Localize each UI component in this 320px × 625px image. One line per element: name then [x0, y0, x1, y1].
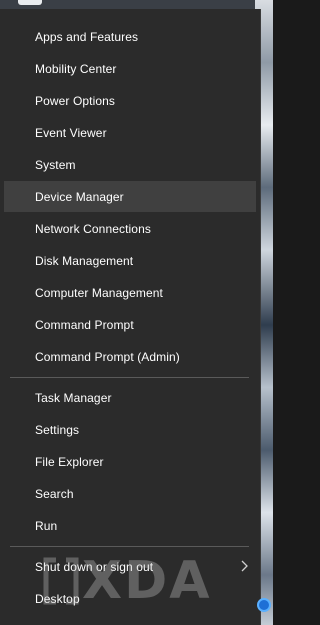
menu-item-network-connections[interactable]: Network Connections	[4, 213, 256, 244]
screen: Apps and Features Mobility Center Power …	[0, 0, 273, 625]
menu-item-label: Shut down or sign out	[35, 559, 154, 574]
menu-separator	[10, 546, 249, 547]
menu-item-event-viewer[interactable]: Event Viewer	[4, 117, 256, 148]
menu-item-system[interactable]: System	[4, 149, 256, 180]
edge-taskbar-icon[interactable]	[257, 598, 271, 612]
menu-item-label: Run	[35, 518, 58, 533]
menu-item-search[interactable]: Search	[4, 478, 256, 509]
menu-separator	[10, 377, 249, 378]
menu-item-run[interactable]: Run	[4, 510, 256, 541]
menu-item-computer-management[interactable]: Computer Management	[4, 277, 256, 308]
menu-item-command-prompt-admin[interactable]: Command Prompt (Admin)	[4, 341, 256, 372]
desktop-top-edge	[0, 0, 273, 9]
menu-item-label: Event Viewer	[35, 125, 107, 140]
menu-item-label: Desktop	[35, 591, 80, 606]
menu-item-label: File Explorer	[35, 454, 104, 469]
menu-item-label: Search	[35, 486, 74, 501]
menu-item-label: Device Manager	[35, 189, 124, 204]
menu-item-mobility-center[interactable]: Mobility Center	[4, 53, 256, 84]
menu-item-label: Task Manager	[35, 390, 112, 405]
menu-item-desktop[interactable]: Desktop	[4, 583, 256, 614]
menu-item-power-options[interactable]: Power Options	[4, 85, 256, 116]
chevron-right-icon	[241, 560, 248, 572]
menu-item-label: Settings	[35, 422, 80, 437]
desktop-icon-fragment	[18, 0, 42, 5]
menu-item-label: Command Prompt	[35, 317, 134, 332]
menu-item-label: Disk Management	[35, 253, 134, 268]
menu-item-disk-management[interactable]: Disk Management	[4, 245, 256, 276]
menu-item-label: Command Prompt (Admin)	[35, 349, 180, 364]
menu-item-command-prompt[interactable]: Command Prompt	[4, 309, 256, 340]
menu-item-settings[interactable]: Settings	[4, 414, 256, 445]
menu-item-label: System	[35, 157, 76, 172]
menu-item-device-manager[interactable]: Device Manager	[4, 181, 256, 212]
menu-item-label: Network Connections	[35, 221, 151, 236]
menu-item-label: Computer Management	[35, 285, 163, 300]
menu-item-task-manager[interactable]: Task Manager	[4, 382, 256, 413]
menu-item-file-explorer[interactable]: File Explorer	[4, 446, 256, 477]
power-user-menu: Apps and Features Mobility Center Power …	[0, 9, 260, 625]
menu-item-apps-and-features[interactable]: Apps and Features	[4, 21, 256, 52]
menu-item-label: Apps and Features	[35, 29, 139, 44]
menu-item-label: Power Options	[35, 93, 116, 108]
menu-item-label: Mobility Center	[35, 61, 117, 76]
menu-item-shut-down-or-sign-out[interactable]: Shut down or sign out	[4, 551, 256, 582]
